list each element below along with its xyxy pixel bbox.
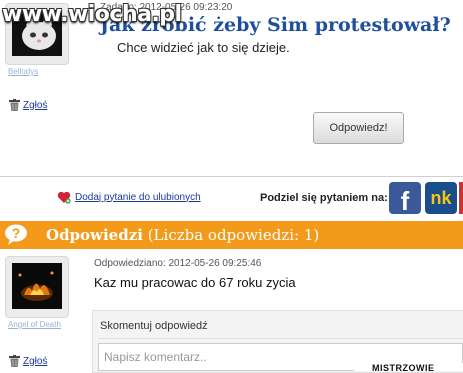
share-label: Podziel się pytaniem na: xyxy=(260,192,388,204)
favorite-link[interactable]: Dodaj pytanie do ulubionych xyxy=(57,190,201,204)
mistrzowie-badge: MISTRZOWIE xyxy=(354,363,463,371)
heart-icon xyxy=(57,191,71,204)
answer-meta: Odpowiedziano: 2012-05-26 09:25:46 xyxy=(94,258,262,269)
answers-title-label: Odpowiedzi xyxy=(46,226,143,244)
trash-icon xyxy=(9,355,20,367)
facebook-icon: f xyxy=(400,185,410,216)
more-share-button[interactable] xyxy=(459,182,463,214)
answer-button[interactable]: Odpowiedz! xyxy=(313,112,404,144)
fire-avatar-image xyxy=(12,263,62,309)
mistrzowie-badge-label: MISTRZOWIE xyxy=(372,363,435,371)
question-username[interactable]: Bellodys xyxy=(8,67,38,76)
site-watermark: www.wiocha.pl xyxy=(2,2,182,27)
comment-label: Skomentuj odpowiedź xyxy=(100,320,208,332)
answers-title: Odpowiedzi (Liczba odpowiedzi: 1) xyxy=(46,226,319,244)
facebook-share-button[interactable]: f xyxy=(389,182,421,216)
answer-avatar[interactable] xyxy=(5,256,69,318)
answers-count: (Liczba odpowiedzi: 1) xyxy=(147,226,320,244)
comment-divider xyxy=(98,338,463,339)
answer-report-label: Zgłoś xyxy=(23,355,48,367)
question-bubble-icon: ? xyxy=(4,224,28,245)
nk-share-button[interactable]: nk xyxy=(425,182,457,214)
answer-body: Kaz mu pracowac do 67 roku zycia xyxy=(94,275,296,290)
answer-report-link[interactable]: Zgłoś xyxy=(9,355,47,367)
favorite-link-label: Dodaj pytanie do ulubionych xyxy=(75,191,201,203)
question-report-label: Zgłoś xyxy=(23,99,48,111)
trash-icon xyxy=(9,99,20,111)
question-body: Chce widzieć jak to się dzieje. xyxy=(117,40,290,55)
question-mark-glyph: ? xyxy=(11,225,21,241)
nk-icon: nk xyxy=(430,187,452,208)
question-divider xyxy=(0,176,463,177)
answer-username[interactable]: Angel of Death xyxy=(8,320,61,329)
question-report-link[interactable]: Zgłoś xyxy=(9,99,47,111)
